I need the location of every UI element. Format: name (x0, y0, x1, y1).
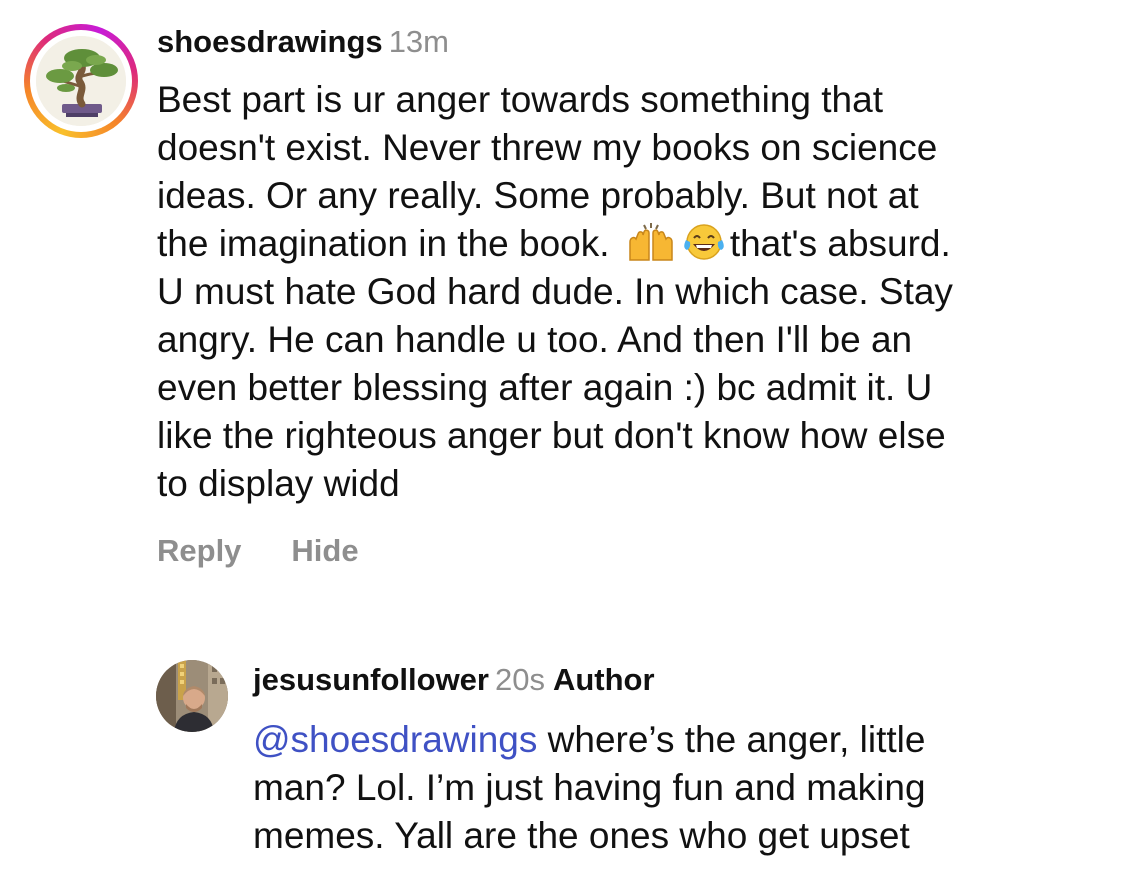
story-ring[interactable] (24, 24, 138, 138)
mention-link[interactable]: @shoesdrawings (253, 719, 537, 760)
comment-text: @shoesdrawings where’s the anger, little… (253, 716, 1113, 860)
comment-line: Best part is ur anger towards something … (157, 79, 883, 120)
comment-line: even better blessing after again :) bc a… (157, 367, 933, 408)
comment-header: jesusunfollower 20s Author (253, 662, 655, 698)
bonsai-tree-avatar[interactable] (36, 36, 126, 126)
comment-line: man? Lol. I’m just having fun and making (253, 767, 926, 808)
comment-line: memes. Yall are the ones who get upset (253, 815, 910, 856)
comment-line: like the righteous anger but don't know … (157, 415, 946, 456)
reply-comment: jesusunfollower 20s Author @shoesdrawings … (0, 640, 1130, 877)
hide-button[interactable]: Hide (291, 533, 358, 568)
username[interactable]: jesusunfollower (253, 662, 489, 697)
comment: shoesdrawings 13m Best part is ur anger t… (0, 0, 1130, 600)
comment-header: shoesdrawings 13m (157, 24, 449, 60)
comment-line: U must hate God hard dude. In which case… (157, 271, 953, 312)
comment-text: Best part is ur anger towards something … (157, 76, 1117, 508)
user-photo-avatar[interactable] (156, 660, 228, 732)
comment-actions: Reply Hide (157, 533, 359, 569)
timestamp: 20s (494, 662, 545, 697)
username[interactable]: shoesdrawings (157, 24, 383, 59)
author-badge: Author (552, 662, 655, 697)
comment-line: the imagination in the book. that's absu… (157, 220, 1117, 268)
comment-line: ideas. Or any really. Some probably. But… (157, 175, 919, 216)
comment-line: to display widd (157, 463, 400, 504)
comment-text-fragment: the imagination in the book. (157, 223, 610, 264)
reply-button[interactable]: Reply (157, 533, 241, 568)
tears-of-joy-emoji (682, 222, 726, 260)
timestamp: 13m (388, 24, 449, 59)
comment-line: angry. He can handle u too. And then I'l… (157, 319, 913, 360)
comment-text-fragment: that's absurd. (729, 223, 951, 264)
comment-text-fragment: where’s the anger, little (537, 719, 926, 760)
comment-line: doesn't exist. Never threw my books on s… (157, 127, 938, 168)
raising-hands-emoji (624, 222, 678, 261)
comment-line: @shoesdrawings where’s the anger, little (253, 716, 1113, 764)
story-ring-gap (30, 30, 132, 132)
